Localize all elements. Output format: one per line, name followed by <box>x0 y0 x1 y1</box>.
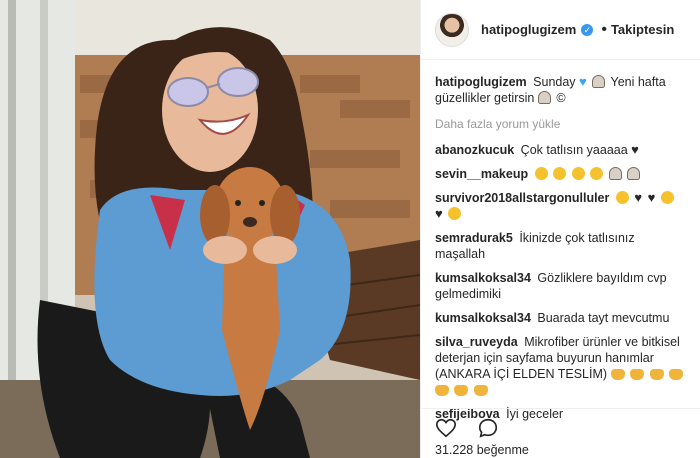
black-heart-icon: ♥ <box>647 190 656 205</box>
clapping-hands-icon <box>649 369 664 380</box>
load-more-comments-link[interactable]: Daha fazla yorum yükle <box>435 116 686 132</box>
comment: kumsalkoksal34 Gözliklere bayıldım cvp g… <box>435 270 686 302</box>
woman-icon <box>592 75 606 88</box>
comment: abanozkucuk Çok tatlısın yaaaaa ♥ <box>435 142 686 158</box>
woman-icon <box>608 167 622 180</box>
heart-eyes-icon <box>534 167 548 180</box>
caption: hatipoglugizem Sunday ♥ Yeni hafta güzel… <box>435 74 686 106</box>
photo-illustration <box>0 0 420 458</box>
heart-eyes-icon <box>571 167 585 180</box>
black-heart-icon: ♥ <box>634 190 643 205</box>
separator-dot: • <box>601 20 607 38</box>
post-actions: 31.228 beğenme <box>421 408 700 458</box>
comment: silva_ruveyda Mikrofiber ürünler ve bitk… <box>435 334 686 398</box>
comment-username[interactable]: survivor2018allstargonulluler <box>435 191 609 205</box>
action-icons <box>435 417 686 439</box>
comment: sevin__makeup <box>435 166 686 182</box>
post-header: hatipoglugizem ✓ • Takiptesin <box>421 0 700 60</box>
clapping-hands-icon <box>630 369 645 380</box>
caption-username[interactable]: hatipoglugizem <box>435 75 527 89</box>
heart-eyes-icon <box>553 167 567 180</box>
smile-icon <box>615 191 629 204</box>
woman-icon <box>537 91 551 104</box>
comment-username[interactable]: silva_ruveyda <box>435 335 518 349</box>
like-heart-icon[interactable] <box>435 417 457 439</box>
comment-username[interactable]: kumsalkoksal34 <box>435 311 531 325</box>
blue-heart-icon: ♥ <box>579 74 587 89</box>
verified-icon: ✓ <box>581 23 594 36</box>
comment-bubble-icon[interactable] <box>477 417 499 439</box>
comment-username[interactable]: sevin__makeup <box>435 167 528 181</box>
heart-eyes-icon <box>590 167 604 180</box>
clapping-hands-icon <box>435 385 449 396</box>
comment: kumsalkoksal34 Buarada tayt mevcutmu <box>435 310 686 326</box>
black-heart-icon: ♥ <box>631 142 639 157</box>
caption-text-c: © <box>556 91 566 105</box>
post-sidebar: hatipoglugizem ✓ • Takiptesin hatipoglug… <box>420 0 700 458</box>
comments-list: hatipoglugizem Sunday ♥ Yeni hafta güzel… <box>421 60 700 422</box>
comment-text: Çok tatlısın yaaaaa <box>520 143 628 157</box>
clapping-hands-icon <box>610 369 625 380</box>
post-photo[interactable] <box>0 0 420 458</box>
instagram-post: hatipoglugizem ✓ • Takiptesin hatipoglug… <box>0 0 700 458</box>
avatar[interactable] <box>435 12 469 47</box>
smile-icon <box>660 191 674 204</box>
clapping-hands-icon <box>473 385 488 396</box>
comment-text: Buarada tayt mevcutmu <box>537 311 670 325</box>
follow-status-button[interactable]: Takiptesin <box>611 22 674 37</box>
woman-icon <box>627 167 641 180</box>
comment: semradurak5 İkinizde çok tatlısınız maşa… <box>435 230 686 262</box>
clapping-hands-icon <box>454 385 469 396</box>
comment-username[interactable]: kumsalkoksal34 <box>435 271 531 285</box>
caption-text-a: Sunday <box>533 75 576 89</box>
black-heart-icon: ♥ <box>435 206 443 221</box>
clapping-hands-icon <box>668 369 683 380</box>
comment: survivor2018allstargonulluler ♥ ♥ ♥ <box>435 190 686 222</box>
smile-icon <box>448 207 462 220</box>
comment-username[interactable]: semradurak5 <box>435 231 513 245</box>
like-count[interactable]: 31.228 beğenme <box>435 443 686 457</box>
header-username[interactable]: hatipoglugizem <box>481 22 576 37</box>
comment-username[interactable]: abanozkucuk <box>435 143 514 157</box>
